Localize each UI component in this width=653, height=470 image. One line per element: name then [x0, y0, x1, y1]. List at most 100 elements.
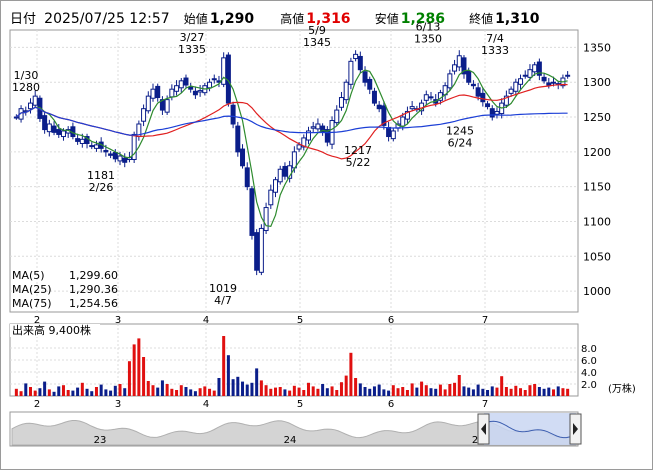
peak-value-label: 1335: [178, 43, 206, 56]
volume-bar: [278, 387, 282, 396]
volume-bar: [212, 390, 216, 396]
volume-bar: [561, 388, 565, 396]
candle-body: [211, 78, 217, 81]
candle-body: [89, 145, 95, 148]
volume-bar: [264, 385, 268, 396]
volume-bar: [222, 336, 226, 396]
volume-bar: [306, 382, 310, 396]
candle-body: [60, 130, 66, 138]
volume-bar: [165, 384, 169, 396]
volume-bar: [311, 386, 315, 396]
volume-bar: [457, 375, 461, 396]
y-tick-label: 1050: [583, 250, 611, 263]
volume-bar: [519, 388, 523, 396]
volume-bar: [500, 376, 504, 396]
volume-bar: [288, 390, 292, 396]
candle-body: [93, 144, 99, 149]
volume-bar: [66, 390, 70, 396]
navigator-label: 2: [472, 435, 478, 446]
candle-body: [466, 70, 472, 83]
x-month-label: 6: [388, 315, 394, 326]
volume-bar: [208, 388, 212, 396]
volume-bar: [486, 390, 490, 396]
ma-legend-label: MA(5): [12, 269, 45, 282]
volume-bar: [24, 383, 28, 396]
volume-bar: [297, 387, 301, 396]
volume-tick-label: 2.0: [581, 380, 597, 391]
candle-body: [409, 106, 415, 110]
trough-date-label: 6/24: [448, 137, 473, 150]
volume-bar: [462, 386, 466, 396]
volume-bar: [226, 355, 230, 396]
volume-bar: [19, 391, 23, 396]
volume-bar: [533, 384, 537, 396]
candle-body: [27, 102, 33, 110]
volume-unit-label: (万株): [608, 382, 636, 395]
volume-bar: [443, 389, 447, 396]
volume-bar: [142, 357, 146, 396]
volume-bar: [80, 382, 84, 396]
candle-body: [240, 148, 246, 167]
candle-body: [56, 129, 62, 135]
ma-legend-label: MA(25): [12, 283, 52, 296]
candle-body: [362, 71, 368, 83]
candle-body: [527, 69, 533, 78]
volume-tick-label: 6.0: [581, 356, 597, 367]
volume-label: 出来高 9,400株: [12, 323, 91, 337]
candle-body: [291, 151, 297, 169]
volume-bar: [99, 384, 103, 396]
volume-bar: [43, 381, 47, 396]
candle-body: [230, 104, 236, 125]
volume-bar: [255, 368, 259, 396]
volume-bar: [514, 385, 518, 396]
candle-body: [75, 138, 81, 142]
trough-date-label: 4/7: [214, 294, 232, 307]
candle-body: [518, 78, 524, 85]
volume-bar: [316, 388, 320, 396]
volume-bar: [321, 384, 325, 396]
candle-body: [522, 74, 528, 77]
volume-bar: [38, 388, 42, 396]
volume-bar: [184, 387, 188, 396]
volume-bar: [236, 376, 240, 396]
candle-body: [150, 88, 156, 99]
volume-bar: [354, 378, 358, 396]
candle-body: [376, 104, 382, 110]
volume-bar: [132, 344, 136, 396]
candle-body: [367, 78, 373, 90]
volume-bar: [146, 381, 150, 396]
candle-body: [532, 64, 538, 73]
y-tick-label: 1350: [583, 41, 611, 54]
volume-bar: [566, 388, 570, 396]
volume-bar: [104, 389, 108, 396]
volume-bar: [542, 388, 546, 396]
volume-bar: [274, 387, 278, 396]
volume-bar: [14, 388, 18, 396]
volume-bar: [481, 388, 485, 396]
x-month-label: 3: [115, 399, 121, 410]
x-month-label: 5: [297, 315, 303, 326]
x-month-label: 6: [388, 399, 394, 410]
volume-bar: [504, 387, 508, 396]
candle-body: [258, 227, 264, 273]
volume-bar: [405, 390, 409, 396]
candle-body: [164, 99, 170, 113]
volume-bar: [57, 386, 61, 396]
candle-body: [315, 123, 321, 130]
x-month-label: 2: [34, 399, 40, 410]
candle-body: [174, 85, 180, 92]
candle-body: [192, 90, 198, 96]
volume-bar: [547, 387, 551, 396]
candle-body: [400, 116, 406, 127]
volume-bar: [28, 387, 32, 396]
navigator-left-handle[interactable]: [477, 413, 490, 445]
candle-body: [447, 73, 453, 89]
navigator-right-handle[interactable]: [569, 413, 582, 445]
candle-body: [221, 57, 227, 85]
volume-bar: [109, 390, 113, 396]
candle-body: [470, 83, 476, 87]
volume-bar: [118, 384, 122, 396]
volume-bar: [415, 387, 419, 396]
volume-bar: [137, 338, 141, 396]
candle-body: [197, 90, 203, 93]
